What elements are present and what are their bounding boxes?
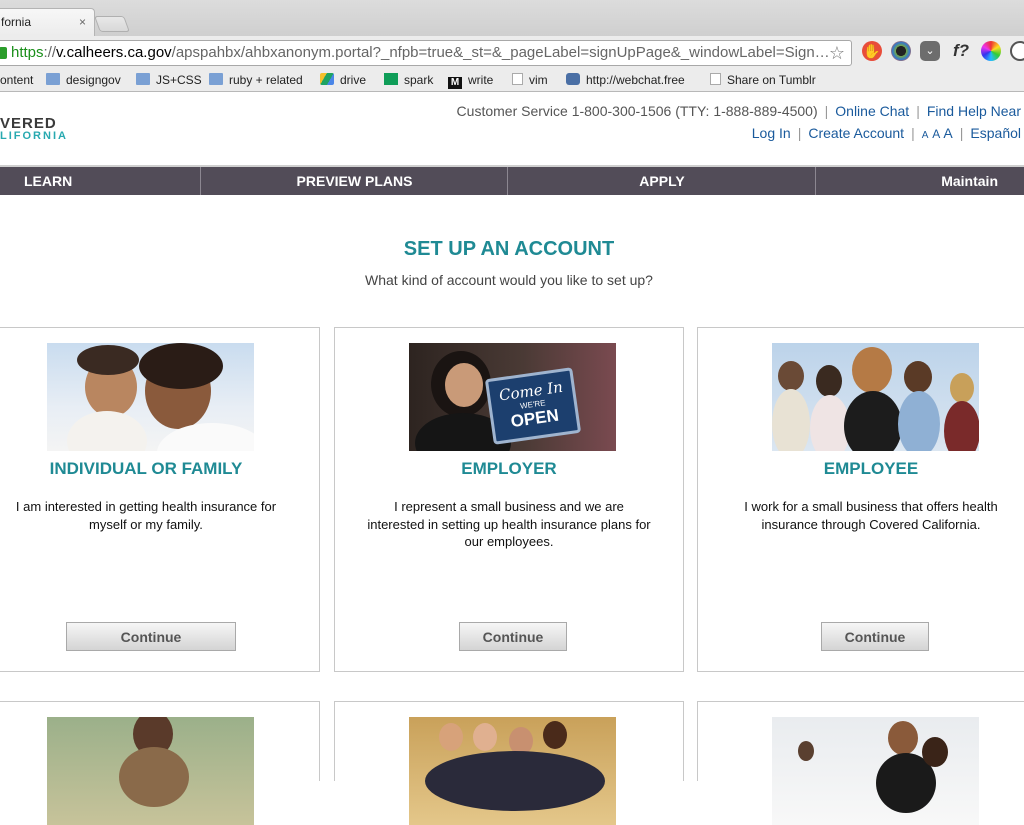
continue-button[interactable]: Continue bbox=[821, 622, 929, 651]
bookmark-item[interactable]: drive bbox=[320, 72, 366, 88]
customer-service-text: Customer Service 1-800-300-1506 (TTY: 1-… bbox=[456, 103, 818, 119]
drive-icon bbox=[320, 73, 334, 85]
nav-apply[interactable]: APPLY bbox=[509, 167, 816, 195]
bookmark-item[interactable]: ontent bbox=[0, 72, 33, 88]
utility-bar-top: Customer Service 1-800-300-1506 (TTY: 1-… bbox=[456, 103, 1021, 119]
card-description: I am interested in getting health insura… bbox=[15, 499, 277, 532]
employer-photo: Come In WE'RE OPEN bbox=[409, 343, 616, 451]
new-tab-button[interactable] bbox=[94, 16, 130, 32]
folder-icon bbox=[209, 73, 223, 85]
account-card-employee: EMPLOYEE I work for a small business tha… bbox=[697, 327, 1024, 672]
nav-maintain[interactable]: Maintain bbox=[817, 167, 1024, 195]
online-chat-link[interactable]: Online Chat bbox=[835, 103, 909, 119]
page-icon bbox=[710, 73, 721, 85]
bookmark-item[interactable]: designgov bbox=[46, 72, 121, 88]
card-photo bbox=[409, 717, 616, 825]
medium-icon: M bbox=[448, 77, 462, 89]
bookmark-item[interactable]: ruby + related bbox=[209, 72, 303, 88]
folder-icon bbox=[136, 73, 150, 85]
font-icon[interactable]: f? bbox=[948, 41, 974, 61]
find-help-link[interactable]: Find Help Near bbox=[927, 103, 1021, 119]
sheets-icon bbox=[384, 73, 398, 85]
bookmarks-bar: ontent designgov JS+CSS ruby + related d… bbox=[0, 68, 1024, 92]
account-card bbox=[0, 701, 320, 825]
continue-button[interactable]: Continue bbox=[66, 622, 236, 651]
url-host: v.calheers.ca.gov bbox=[56, 44, 172, 61]
account-card-employer: Come In WE'RE OPEN EMPLOYER I represent … bbox=[334, 327, 684, 672]
page-subtitle: What kind of account would you like to s… bbox=[365, 272, 653, 288]
language-link[interactable]: Español bbox=[970, 125, 1021, 141]
tab-title: fornia bbox=[1, 15, 32, 29]
url-path: /apspahbx/ahbxanonym.portal?_nfpb=true&_… bbox=[171, 44, 830, 61]
main-navigation: LEARN PREVIEW PLANS APPLY Maintain bbox=[0, 165, 1024, 195]
page-title: SET UP AN ACCOUNT bbox=[403, 238, 615, 260]
url-scheme: https bbox=[11, 44, 44, 61]
utility-bar-bottom: Log In | Create Account | A A A | Español bbox=[751, 125, 1021, 141]
bookmark-item[interactable]: Share on Tumblr bbox=[710, 72, 816, 88]
bookmark-star-icon[interactable]: ☆ bbox=[829, 41, 845, 65]
page-icon bbox=[512, 73, 523, 85]
text-size-small-button[interactable]: A bbox=[922, 130, 929, 141]
employee-photo bbox=[772, 343, 979, 451]
create-account-link[interactable]: Create Account bbox=[808, 125, 904, 141]
nav-learn[interactable]: LEARN bbox=[0, 167, 201, 195]
globe-icon bbox=[566, 73, 580, 85]
web-page: VERED LIFORNIA Customer Service 1-800-30… bbox=[0, 93, 1024, 825]
bookmark-item[interactable]: JS+CSS bbox=[136, 72, 202, 88]
account-card bbox=[697, 701, 1024, 825]
bookmark-item[interactable]: vim bbox=[512, 72, 548, 88]
card-title: EMPLOYEE bbox=[823, 459, 919, 478]
bookmark-item[interactable]: Mwrite bbox=[448, 72, 493, 89]
continue-button[interactable]: Continue bbox=[459, 622, 567, 651]
card-title: EMPLOYER bbox=[461, 459, 557, 478]
card-photo bbox=[47, 717, 254, 825]
card-photo bbox=[772, 717, 979, 825]
browser-tab-strip: fornia × bbox=[0, 0, 1024, 36]
log-in-link[interactable]: Log In bbox=[752, 125, 791, 141]
text-size-controls: A A A bbox=[922, 125, 953, 141]
url-separator: :// bbox=[43, 44, 57, 61]
account-card bbox=[334, 701, 684, 825]
bookmark-item[interactable]: http://webchat.free bbox=[566, 72, 696, 88]
lock-icon bbox=[0, 47, 7, 59]
bookmark-item[interactable]: spark bbox=[384, 72, 433, 88]
card-title: INDIVIDUAL OR FAMILY bbox=[49, 459, 243, 478]
browser-tab[interactable]: fornia × bbox=[0, 8, 95, 36]
folder-icon bbox=[46, 73, 60, 85]
text-size-large-button[interactable]: A bbox=[943, 125, 952, 141]
extension-icon[interactable] bbox=[1010, 41, 1024, 61]
stop-hand-icon[interactable]: ✋ bbox=[862, 41, 882, 61]
pocket-icon[interactable]: ⌄ bbox=[920, 41, 940, 61]
card-description: I work for a small business that offers … bbox=[744, 499, 998, 532]
text-size-medium-button[interactable]: A bbox=[932, 127, 940, 141]
color-picker-icon[interactable] bbox=[981, 41, 1001, 61]
nav-preview-plans[interactable]: PREVIEW PLANS bbox=[202, 167, 508, 195]
account-card-individual: INDIVIDUAL OR FAMILY I am interested in … bbox=[0, 327, 320, 672]
family-photo bbox=[47, 343, 254, 451]
open-sign: Come In WE'RE OPEN bbox=[484, 367, 582, 445]
tab-close-icon[interactable]: × bbox=[79, 15, 86, 29]
site-logo-subtitle: LIFORNIA bbox=[0, 130, 68, 142]
address-bar[interactable]: https://v.calheers.ca.gov/apspahbx/ahbxa… bbox=[0, 40, 852, 66]
card-description: I represent a small business and we are … bbox=[367, 499, 651, 549]
color-wheel-icon[interactable] bbox=[891, 41, 911, 61]
